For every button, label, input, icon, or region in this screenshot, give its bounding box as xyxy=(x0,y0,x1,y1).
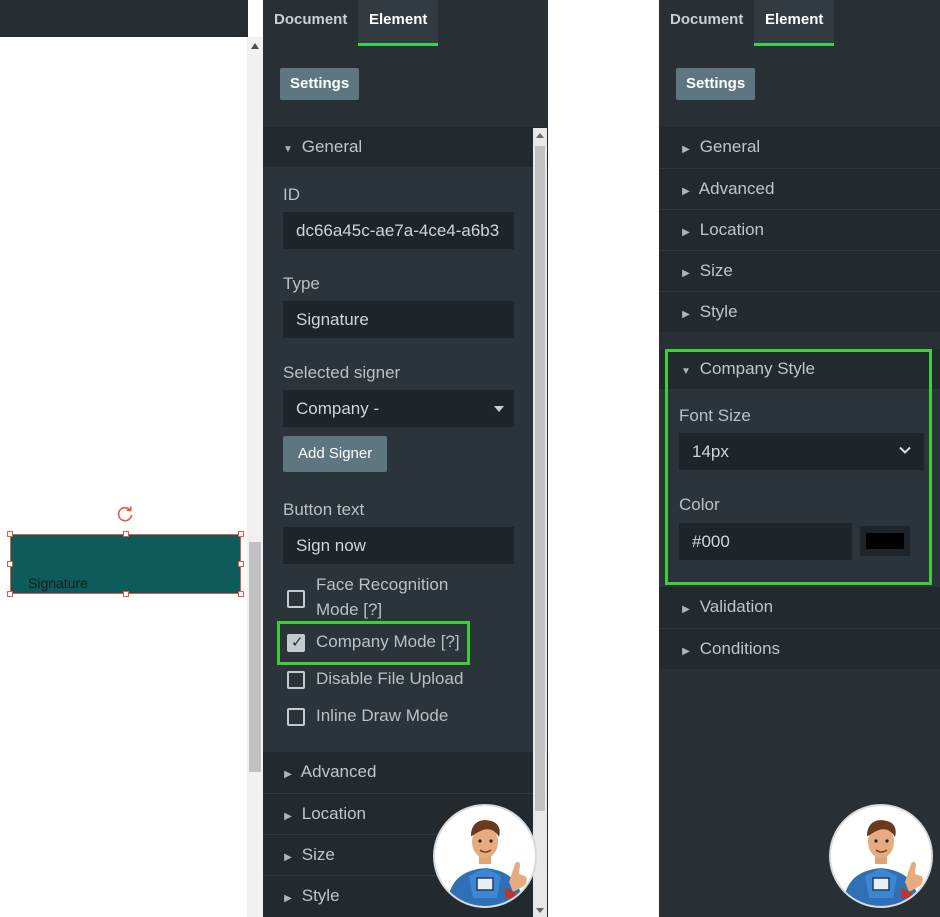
section-style-title: Style xyxy=(301,886,340,905)
resize-handle-bm[interactable] xyxy=(123,591,129,597)
settings-button[interactable]: Settings xyxy=(676,68,756,100)
id-field[interactable]: dc66a45c-ae7a-4ce4-a6b3 xyxy=(283,212,514,249)
section-size-title: Size xyxy=(301,845,335,864)
section-location-title: Location xyxy=(301,804,367,823)
rotate-icon[interactable] xyxy=(116,505,134,523)
section-validation-title: Validation xyxy=(699,597,774,616)
checkbox-inline-draw-mode[interactable]: Inline Draw Mode xyxy=(287,706,487,728)
section-location-header[interactable]: ▶ Location xyxy=(659,209,940,250)
selected-signer-label: Selected signer xyxy=(283,363,401,382)
chevron-right-icon: ▶ xyxy=(682,227,690,238)
section-advanced-title: Advanced xyxy=(300,762,377,781)
section-general-title: General xyxy=(699,137,761,156)
resize-handle-tl[interactable] xyxy=(7,531,13,537)
checkbox-face-recognition[interactable]: Face Recognition Mode [?] xyxy=(287,575,487,621)
tab-bar: Document Element xyxy=(659,0,940,46)
chevron-right-icon: ▶ xyxy=(284,811,292,822)
chevron-right-icon: ▶ xyxy=(682,646,690,657)
type-label: Type xyxy=(283,274,320,293)
section-advanced-title: Advanced xyxy=(698,179,775,198)
panel-scroll-thumb[interactable] xyxy=(535,146,545,811)
chevron-right-icon: ▶ xyxy=(682,268,690,279)
tab-element[interactable]: Element xyxy=(358,0,438,46)
resize-handle-ml[interactable] xyxy=(7,561,13,567)
checkbox-disable-file-upload[interactable]: Disable File Upload xyxy=(287,669,487,691)
face-recognition-label-line2: Mode [?] xyxy=(316,600,383,619)
highlight-company-mode xyxy=(277,621,470,665)
id-label: ID xyxy=(283,185,300,204)
signature-element[interactable]: Signature xyxy=(10,534,241,594)
section-advanced-header[interactable]: ▶ Advanced xyxy=(263,752,548,793)
disable-file-upload-checkbox[interactable] xyxy=(287,671,305,689)
resize-handle-tr[interactable] xyxy=(238,531,244,537)
face-recognition-label-line1: Face Recognition xyxy=(316,575,449,594)
tab-element[interactable]: Element xyxy=(754,0,834,46)
mascot-avatar[interactable] xyxy=(829,804,933,908)
scroll-up-arrow-icon[interactable] xyxy=(251,43,259,49)
section-validation-header[interactable]: ▶ Validation xyxy=(659,587,940,628)
section-conditions-title: Conditions xyxy=(699,639,781,658)
tab-bar: Document Element xyxy=(263,0,548,46)
section-conditions-header[interactable]: ▶ Conditions xyxy=(659,628,940,669)
type-field[interactable]: Signature xyxy=(283,301,514,338)
document-canvas[interactable] xyxy=(0,37,248,917)
canvas-scrollbar[interactable] xyxy=(247,37,263,917)
section-size-header[interactable]: ▶ Size xyxy=(659,250,940,291)
highlight-company-style xyxy=(665,349,932,585)
mascot-image xyxy=(447,820,527,906)
canvas-scroll-thumb[interactable] xyxy=(249,542,261,772)
element-panel-left: Document Element Settings ▼ General ID d… xyxy=(263,0,548,917)
chevron-right-icon: ▶ xyxy=(284,769,292,780)
section-general-title: General xyxy=(301,137,363,156)
scroll-up-arrow-icon[interactable] xyxy=(536,133,544,138)
section-general-header[interactable]: ▶ General xyxy=(659,127,940,168)
tab-document[interactable]: Document xyxy=(659,0,754,46)
resize-handle-tm[interactable] xyxy=(123,531,129,537)
section-general-header[interactable]: ▼ General xyxy=(263,127,548,167)
chevron-right-icon: ▶ xyxy=(284,893,292,904)
button-text-label: Button text xyxy=(283,500,365,519)
chevron-right-icon: ▶ xyxy=(284,852,292,863)
selected-signer-select[interactable]: Company - xyxy=(283,390,514,427)
face-recognition-checkbox[interactable] xyxy=(287,590,305,608)
inline-draw-mode-checkbox[interactable] xyxy=(287,708,305,726)
mascot-avatar[interactable] xyxy=(433,804,537,908)
scroll-down-arrow-icon[interactable] xyxy=(536,908,544,913)
section-style-title: Style xyxy=(699,302,738,321)
section-advanced-header[interactable]: ▶ Advanced xyxy=(659,168,940,209)
inline-draw-mode-label: Inline Draw Mode xyxy=(316,706,449,725)
section-style-header[interactable]: ▶ Style xyxy=(659,291,940,332)
canvas-top-bar xyxy=(0,0,248,37)
mascot-image xyxy=(843,820,923,906)
resize-handle-mr[interactable] xyxy=(238,561,244,567)
resize-handle-br[interactable] xyxy=(238,591,244,597)
panel-scrollbar[interactable] xyxy=(533,128,547,917)
button-text-field[interactable]: Sign now xyxy=(283,527,514,564)
chevron-right-icon: ▶ xyxy=(682,604,690,615)
chevron-right-icon: ▶ xyxy=(682,144,690,155)
selected-signer-value: Company - xyxy=(296,399,380,418)
add-signer-button[interactable]: Add Signer xyxy=(283,436,388,472)
tab-document[interactable]: Document xyxy=(263,0,358,46)
section-size-title: Size xyxy=(699,261,733,280)
chevron-right-icon: ▶ xyxy=(682,186,690,197)
section-location-title: Location xyxy=(699,220,765,239)
resize-handle-bl[interactable] xyxy=(7,591,13,597)
caret-down-icon xyxy=(494,406,504,412)
settings-button[interactable]: Settings xyxy=(280,68,360,100)
signature-element-label: Signature xyxy=(28,575,88,591)
disable-file-upload-label: Disable File Upload xyxy=(316,669,464,688)
chevron-right-icon: ▶ xyxy=(682,309,690,320)
chevron-down-icon: ▼ xyxy=(283,144,293,155)
